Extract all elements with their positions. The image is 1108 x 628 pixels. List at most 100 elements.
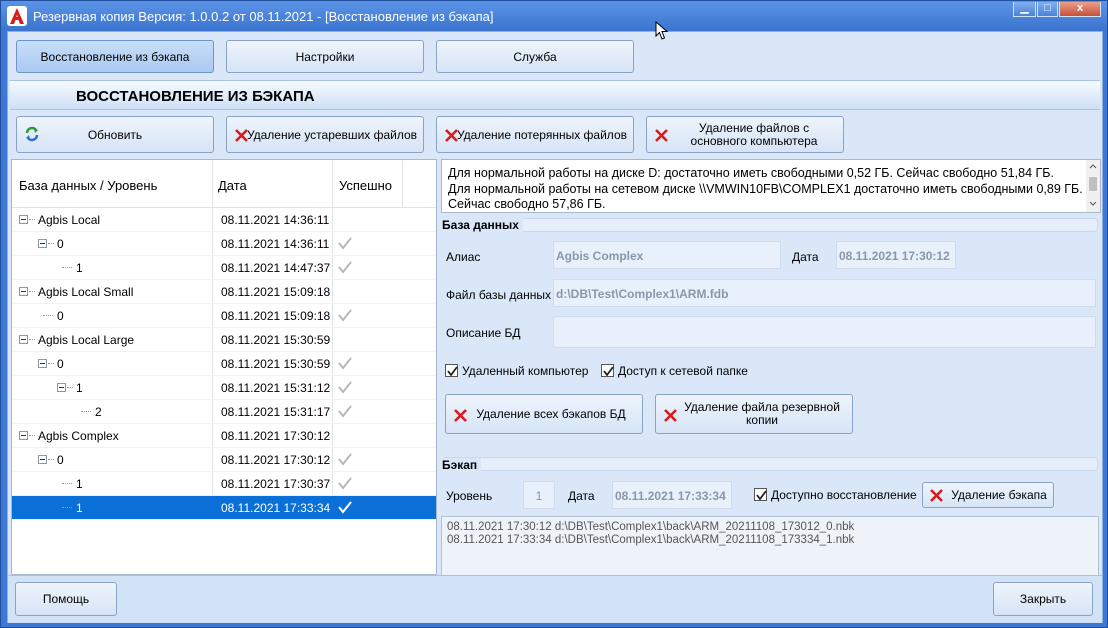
info-scrollbar[interactable]: [1086, 160, 1100, 212]
list-item[interactable]: 08.11.2021 17:33:34 d:\DB\Test\Complex1\…: [447, 534, 1098, 547]
collapse-toggle-icon[interactable]: [38, 239, 47, 248]
db-description-field[interactable]: [553, 316, 1096, 348]
delete-backup-file-button[interactable]: Удаление файла резервной копии: [655, 394, 853, 434]
delete-all-db-backups-button[interactable]: Удаление всех бэкапов БД: [445, 394, 643, 434]
tree-row[interactable]: 2 08.11.2021 15:31:17: [12, 400, 436, 424]
column-header-success[interactable]: Успешно: [339, 178, 392, 193]
tree-row-date: 08.11.2021 14:36:11: [221, 213, 330, 227]
success-check-icon: [338, 453, 352, 466]
network-folder-checkbox[interactable]: [601, 364, 614, 377]
delete-old-files-label: Удаление устаревших файлов: [246, 127, 418, 142]
delete-x-icon: [655, 129, 668, 142]
success-check-icon: [338, 261, 352, 274]
tree-row-name: 2: [95, 405, 102, 419]
refresh-button[interactable]: Обновить: [16, 116, 214, 153]
tree-row[interactable]: Agbis Local Small 08.11.2021 15:09:18: [12, 280, 436, 304]
database-group-divider: [442, 218, 1098, 232]
success-check-icon: [338, 405, 352, 418]
tree-row-date: 08.11.2021 17:30:12: [221, 453, 331, 467]
tree-row[interactable]: Agbis Local Large 08.11.2021 15:30:59: [12, 328, 436, 352]
backup-date-field[interactable]: 08.11.2021 17:33:34: [612, 481, 732, 509]
tree-row-name: 1: [76, 501, 83, 515]
column-header-db[interactable]: База данных / Уровень: [19, 178, 157, 193]
tree-connector: [67, 387, 73, 388]
tree-row-name: Agbis Complex: [38, 429, 119, 443]
delete-lost-files-button[interactable]: Удаление потерянных файлов: [436, 116, 634, 153]
db-file-field[interactable]: d:\DB\Test\Complex1\ARM.fdb: [553, 279, 1096, 307]
remote-computer-checkbox[interactable]: [445, 364, 458, 377]
level-field[interactable]: 1: [523, 481, 555, 509]
checkmark-icon: [447, 366, 458, 377]
network-folder-label[interactable]: Доступ к сетевой папке: [618, 364, 748, 378]
collapse-toggle-icon[interactable]: [38, 359, 47, 368]
tree-row[interactable]: Agbis Complex 08.11.2021 17:30:12: [12, 424, 436, 448]
restore-available-checkbox[interactable]: [754, 488, 767, 501]
column-header-date[interactable]: Дата: [218, 178, 247, 193]
tree-row[interactable]: 0 08.11.2021 15:09:18: [12, 304, 436, 328]
backup-tree[interactable]: База данных / Уровень Дата Успешно Agbis…: [11, 159, 437, 575]
info-line: Для нормальной работы на сетевом диске \…: [448, 181, 1083, 196]
tree-row[interactable]: 0 08.11.2021 15:30:59: [12, 352, 436, 376]
restore-available-label[interactable]: Доступно восстановление: [771, 488, 917, 502]
tree-row-date: 08.11.2021 17:30:37: [221, 477, 331, 491]
collapse-toggle-icon[interactable]: [19, 335, 28, 344]
minimize-button[interactable]: ▁: [1013, 2, 1036, 17]
checkmark-icon: [756, 490, 767, 501]
tree-row[interactable]: 0 08.11.2021 14:36:11: [12, 232, 436, 256]
refresh-icon: [25, 126, 39, 142]
delete-lost-files-label: Удаление потерянных файлов: [456, 127, 627, 142]
tree-row-name: 0: [57, 309, 64, 323]
page-title: ВОССТАНОВЛЕНИЕ ИЗ БЭКАПА: [76, 88, 315, 105]
db-date-field[interactable]: 08.11.2021 17:30:12: [836, 241, 956, 269]
tree-row[interactable]: 1 08.11.2021 14:47:37: [12, 256, 436, 280]
success-check-icon: [338, 309, 352, 322]
maximize-button[interactable]: □: [1037, 2, 1058, 17]
delete-backup-button[interactable]: Удаление бэкапа: [922, 482, 1054, 508]
tab-restore[interactable]: Восстановление из бэкапа: [16, 40, 214, 73]
success-check-icon: [338, 357, 352, 370]
success-check-icon: [338, 381, 352, 394]
collapse-toggle-icon[interactable]: [19, 215, 28, 224]
tree-row[interactable]: 1 08.11.2021 17:30:37: [12, 472, 436, 496]
close-button[interactable]: Закрыть: [993, 582, 1093, 616]
tree-connector: [29, 339, 35, 340]
delete-old-files-button[interactable]: Удаление устаревших файлов: [226, 116, 424, 153]
tab-service[interactable]: Служба: [436, 40, 634, 73]
tree-row[interactable]: 1 08.11.2021 17:33:34: [12, 496, 436, 520]
delete-x-icon: [664, 409, 677, 422]
help-button[interactable]: Помощь: [15, 582, 117, 616]
mouse-cursor-icon: [655, 21, 669, 40]
backup-files-list[interactable]: 08.11.2021 17:30:12 d:\DB\Test\Complex1\…: [441, 516, 1099, 576]
tree-connector: [29, 219, 35, 220]
tree-header: База данных / Уровень Дата Успешно: [12, 160, 436, 208]
tab-settings[interactable]: Настройки: [226, 40, 424, 73]
tree-connector: [62, 483, 72, 484]
alias-label: Алиас: [446, 250, 481, 264]
tree-connector: [48, 459, 54, 460]
tree-row[interactable]: 0 08.11.2021 17:30:12: [12, 448, 436, 472]
delete-main-computer-files-label: Удаление файлов с основного компьютера: [690, 120, 818, 148]
tree-row[interactable]: 1 08.11.2021 15:31:12: [12, 376, 436, 400]
collapse-toggle-icon[interactable]: [19, 287, 28, 296]
db-file-label: Файл базы данных: [446, 288, 551, 302]
collapse-toggle-icon[interactable]: [19, 431, 28, 440]
collapse-toggle-icon[interactable]: [38, 455, 47, 464]
alias-field[interactable]: Agbis Complex: [553, 241, 781, 269]
refresh-label: Обновить: [87, 127, 143, 142]
title-bar[interactable]: Резервная копия Версия: 1.0.0.2 от 08.11…: [1, 1, 1107, 31]
remote-computer-label[interactable]: Удаленный компьютер: [462, 364, 588, 378]
collapse-toggle-icon[interactable]: [57, 383, 66, 392]
tree-connector: [62, 267, 72, 268]
footer-bar: Помощь Закрыть: [8, 575, 1102, 623]
backup-group-label: Бэкап: [442, 458, 482, 472]
main-panel: Восстановление из бэкапа Настройки Служб…: [7, 31, 1103, 623]
delete-backup-label: Удаление бэкапа: [951, 488, 1047, 502]
delete-main-computer-files-button[interactable]: Удаление файлов с основного компьютера: [646, 116, 844, 153]
tree-row[interactable]: Agbis Local 08.11.2021 14:36:11: [12, 208, 436, 232]
tree-row-name: Agbis Local Small: [38, 285, 134, 299]
tree-row-date: 08.11.2021 15:31:12: [221, 381, 331, 395]
close-window-button[interactable]: x: [1059, 2, 1101, 17]
tree-connector: [48, 363, 54, 364]
backup-date-label: Дата: [568, 489, 595, 503]
list-item[interactable]: 08.11.2021 17:30:12 d:\DB\Test\Complex1\…: [447, 521, 1098, 534]
